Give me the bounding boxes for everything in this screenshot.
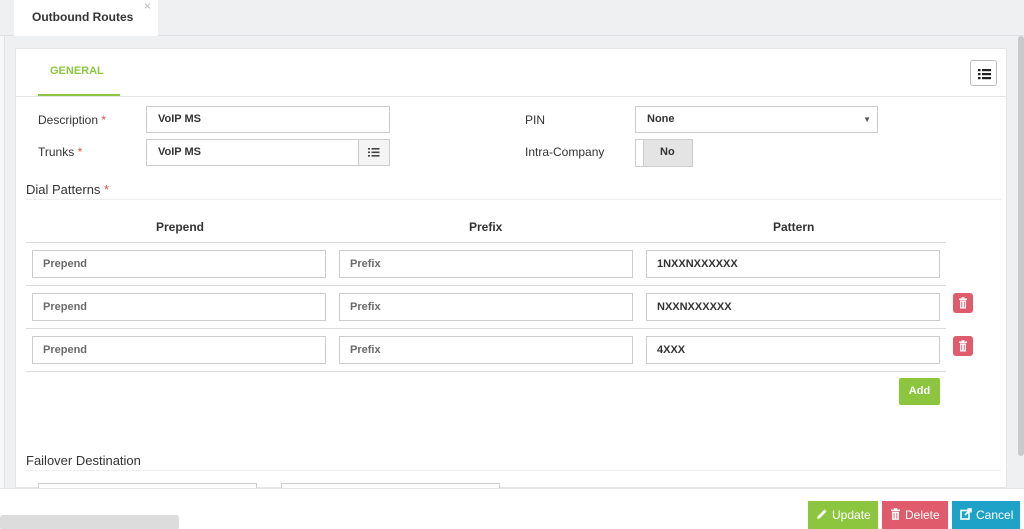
cancel-label: Cancel: [976, 508, 1014, 522]
delete-row-button[interactable]: [953, 336, 973, 356]
prefix-input[interactable]: Prefix: [339, 336, 633, 364]
required-mark: *: [101, 113, 107, 127]
tab-bar: Outbound Routes ×: [0, 0, 1024, 36]
trash-icon: [959, 297, 967, 309]
row-divider: [26, 285, 946, 286]
tab-general-label: GENERAL: [50, 65, 104, 77]
prepend-input[interactable]: Prepend: [32, 336, 326, 364]
dial-patterns-title-text: Dial Patterns: [26, 182, 101, 197]
pin-label: PIN: [525, 113, 546, 127]
row-divider: [26, 328, 946, 329]
left-gutter: [0, 36, 5, 529]
trunks-list-button[interactable]: [358, 139, 390, 166]
prepend-input[interactable]: Prepend: [32, 250, 326, 278]
prefix-input[interactable]: Prefix: [339, 250, 633, 278]
section-divider: [26, 470, 1001, 471]
trunks-label: Trunks *: [38, 145, 82, 159]
list-view-button[interactable]: [970, 60, 997, 86]
pattern-input[interactable]: 1NXXNXXXXXX: [646, 250, 940, 278]
description-label-text: Description: [38, 113, 99, 127]
column-header-prefix: Prefix: [469, 220, 503, 234]
prepend-input[interactable]: Prepend: [32, 293, 326, 321]
horizontal-scrollbar[interactable]: [0, 515, 179, 529]
failover-destination-title: Failover Destination: [26, 453, 141, 468]
share-icon: [960, 508, 972, 520]
tab-divider: [16, 96, 1006, 97]
main-panel: GENERAL Description * VoIP MS PIN None ▼…: [15, 48, 1007, 491]
description-label: Description *: [38, 113, 106, 127]
pattern-input[interactable]: NXXNXXXXXX: [646, 293, 940, 321]
tab-label: Outbound Routes: [32, 10, 134, 24]
vertical-scrollbar[interactable]: [1018, 36, 1024, 456]
tab-general[interactable]: GENERAL: [38, 65, 120, 96]
trunks-input[interactable]: VoIP MS: [146, 139, 359, 166]
trash-icon: [959, 340, 967, 352]
pencil-icon: [817, 509, 827, 519]
intra-company-toggle[interactable]: No: [635, 139, 693, 167]
pattern-input[interactable]: 4XXX: [646, 336, 940, 364]
add-pattern-button[interactable]: Add: [899, 378, 940, 405]
list-icon: [978, 69, 991, 80]
intra-company-value: No: [660, 146, 675, 158]
update-label: Update: [832, 508, 871, 522]
delete-button[interactable]: Delete: [882, 501, 948, 529]
pin-value: None: [647, 113, 675, 125]
trash-icon: [891, 508, 900, 520]
trunks-label-text: Trunks: [38, 145, 75, 159]
pin-select[interactable]: None ▼: [635, 106, 878, 133]
description-input[interactable]: VoIP MS: [146, 106, 390, 133]
row-divider: [26, 371, 946, 372]
intra-company-label: Intra-Company: [525, 145, 605, 159]
column-header-pattern: Pattern: [773, 220, 815, 234]
required-mark: *: [77, 145, 83, 159]
header-divider: [26, 242, 946, 243]
list-icon: [368, 148, 380, 157]
update-button[interactable]: Update: [808, 501, 878, 529]
footer-bar: Update Delete Cancel: [0, 488, 1024, 529]
tab-outbound-routes[interactable]: Outbound Routes ×: [14, 0, 158, 36]
required-mark: *: [104, 182, 110, 197]
column-header-prepend: Prepend: [156, 220, 205, 234]
section-divider: [26, 199, 1001, 200]
delete-label: Delete: [905, 508, 940, 522]
delete-row-button[interactable]: [953, 293, 973, 313]
prefix-input[interactable]: Prefix: [339, 293, 633, 321]
caret-down-icon: ▼: [863, 115, 871, 124]
description-value: VoIP MS: [158, 113, 201, 125]
trunks-value: VoIP MS: [158, 146, 201, 158]
close-icon[interactable]: ×: [144, 0, 151, 13]
toggle-knob: [636, 140, 644, 166]
dial-patterns-title: Dial Patterns *: [26, 182, 109, 197]
cancel-button[interactable]: Cancel: [952, 501, 1020, 529]
